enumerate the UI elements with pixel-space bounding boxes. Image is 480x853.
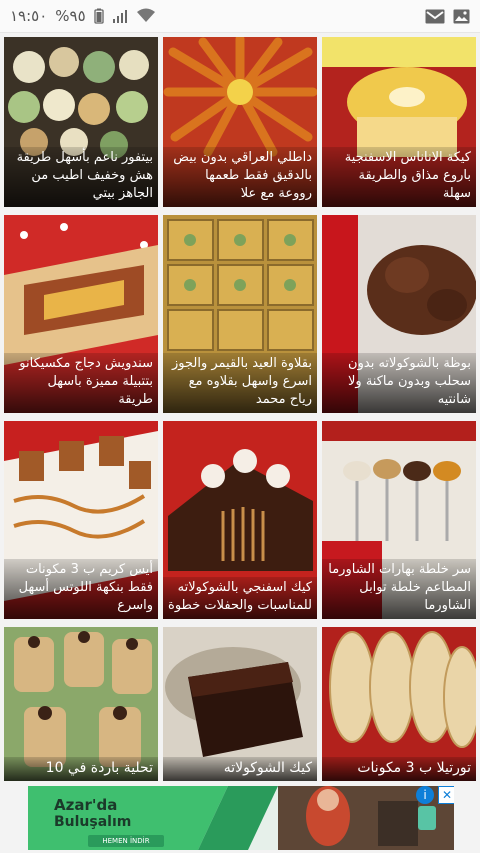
recipe-title: كيك اسفنجي بالشوكولاته للمناسبات والحفلا…: [163, 577, 317, 619]
recipe-card[interactable]: تحلية باردة في 10: [4, 627, 158, 781]
recipe-title: سر خلطة بهارات الشاورما المطاعم خلطة توا…: [322, 559, 476, 619]
recipe-card[interactable]: كيك الشوكولاته: [163, 627, 317, 781]
gmail-icon: [425, 9, 445, 23]
recipe-card[interactable]: تورتيلا ب 3 مكونات: [322, 627, 476, 781]
recipe-card[interactable]: داطلي العراقي بدون بيض بالدقيق فقط طعمها…: [163, 37, 317, 207]
gallery-icon: [453, 9, 470, 23]
recipe-card[interactable]: سر خلطة بهارات الشاورما المطاعم خلطة توا…: [322, 421, 476, 619]
battery-level: %٩٥: [55, 7, 86, 25]
recipe-title: بوظة بالشوكولاته بدون سحلب وبدون ماكنة و…: [322, 353, 476, 413]
recipe-title: داطلي العراقي بدون بيض بالدقيق فقط طعمها…: [163, 147, 317, 207]
recipe-card[interactable]: بوظة بالشوكولاته بدون سحلب وبدون ماكنة و…: [322, 215, 476, 413]
recipe-title: كيكة الاناناس الاسفنجية باروع مذاق والطر…: [322, 147, 476, 207]
status-bar: ١٩:٥٠ %٩٥: [0, 0, 480, 33]
recipe-title: بيتفور ناعم بأسهل طريقة هش وخفيف اطيب من…: [4, 147, 158, 207]
recipe-card[interactable]: بقلاوة العيد بالقيمر والجوز اسرع واسهل ب…: [163, 215, 317, 413]
recipe-title: تورتيلا ب 3 مكونات: [322, 757, 476, 781]
ad-info-icon[interactable]: i: [416, 786, 434, 804]
recipe-card[interactable]: كيكة الاناناس الاسفنجية باروع مذاق والطر…: [322, 37, 476, 207]
recipe-card[interactable]: بيتفور ناعم بأسهل طريقة هش وخفيف اطيب من…: [4, 37, 158, 207]
wifi-icon: [136, 8, 155, 22]
recipe-title: كيك الشوكولاته: [163, 757, 317, 781]
recipe-title: تحلية باردة في 10: [4, 757, 158, 781]
recipe-card[interactable]: كيك اسفنجي بالشوكولاته للمناسبات والحفلا…: [163, 421, 317, 619]
ad-headline: Azar'da: [54, 796, 118, 814]
recipe-title: بقلاوة العيد بالقيمر والجوز اسرع واسهل ب…: [163, 353, 317, 413]
clock: ١٩:٥٠: [10, 7, 48, 25]
ad-close-icon[interactable]: ✕: [438, 786, 454, 804]
recipe-title: سندويش دجاج مكسيكانو بتتبيلة مميزة باسهل…: [4, 353, 158, 413]
ad-install-button[interactable]: HEMEN İNDİR: [88, 835, 164, 847]
recipe-title: أيس كريم ب 3 مكونات فقط بنكهة اللوتس أسه…: [4, 559, 158, 619]
recipe-card[interactable]: أيس كريم ب 3 مكونات فقط بنكهة اللوتس أسه…: [4, 421, 158, 619]
recipe-card[interactable]: سندويش دجاج مكسيكانو بتتبيلة مميزة باسهل…: [4, 215, 158, 413]
ad-subheadline: Buluşalım: [54, 814, 132, 830]
signal-icon: [112, 10, 127, 23]
ad-banner[interactable]: Azar'da Buluşalım HEMEN İNDİR i ✕: [28, 786, 454, 850]
battery-icon: [94, 8, 104, 24]
